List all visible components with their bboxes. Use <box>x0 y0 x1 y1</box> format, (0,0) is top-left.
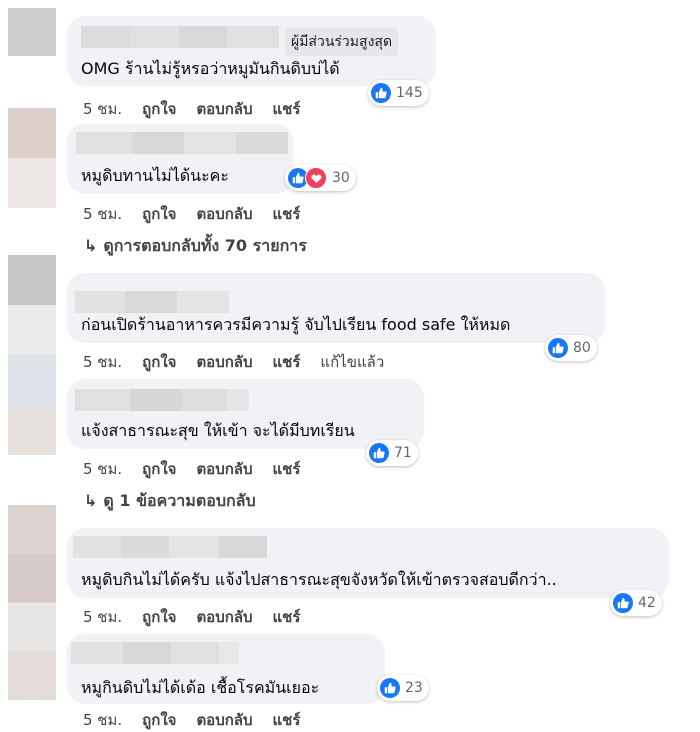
reply-button[interactable]: ตอบกลับ <box>196 711 252 729</box>
comment-text: แจ้งสาธารณะสุข ให้เข้า จะได้มีบทเรียน <box>81 421 355 440</box>
comment-time[interactable]: 5 ชม. <box>83 608 122 626</box>
share-button[interactable]: แชร์ <box>273 460 301 478</box>
thumbs-up-icon <box>380 678 400 698</box>
reply-button[interactable]: ตอบกลับ <box>196 608 252 626</box>
comment-text: หมูกินดิบไม่ได้เด้อ เชื้อโรคมันเยอะ <box>81 678 320 697</box>
share-button[interactable]: แชร์ <box>273 353 301 371</box>
commenter-name[interactable] <box>76 132 288 154</box>
reaction-count[interactable]: 145 <box>368 80 429 106</box>
comment-text: หมูดิบทานไม่ได้นะคะ <box>81 166 229 185</box>
comment-text: หมูดิบกินไม่ได้ครับ แจ้งไปสาธารณะสุขจังห… <box>81 570 557 589</box>
reaction-count[interactable]: 23 <box>377 675 429 701</box>
reply-button[interactable]: ตอบกลับ <box>196 205 252 223</box>
comment-actions: 5 ชม. ถูกใจ ตอบกลับ แชร์ แก้ไขแล้ว <box>83 350 404 374</box>
comment-actions: 5 ชม. ถูกใจ ตอบกลับ แชร์ <box>83 708 320 732</box>
thumbs-up-icon <box>548 338 568 358</box>
comment-bubble: ก่อนเปิดร้านอาหารควรมีความรู้ จับไปเรียน… <box>67 273 605 343</box>
reaction-count[interactable]: 42 <box>610 590 662 616</box>
reaction-count-value: 23 <box>405 680 423 696</box>
comment-actions: 5 ชม. ถูกใจ ตอบกลับ แชร์ <box>83 97 320 121</box>
avatar[interactable] <box>8 255 56 455</box>
comment-time[interactable]: 5 ชม. <box>83 205 122 223</box>
thumbs-up-icon <box>371 83 391 103</box>
reaction-count-value: 71 <box>394 445 412 461</box>
commenter-name[interactable] <box>71 642 239 664</box>
comment-time[interactable]: 5 ชม. <box>83 100 122 118</box>
comment-time[interactable]: 5 ชม. <box>83 711 122 729</box>
comment-bubble: หมูกินดิบไม่ได้เด้อ เชื้อโรคมันเยอะ <box>67 634 385 704</box>
thumbs-up-icon <box>613 593 633 613</box>
view-replies-link[interactable]: ↳ ดูการตอบกลับทั้ง 70 รายการ <box>84 234 307 259</box>
commenter-name[interactable] <box>81 26 279 48</box>
thumbs-up-icon <box>369 443 389 463</box>
share-button[interactable]: แชร์ <box>273 100 301 118</box>
avatar[interactable] <box>8 505 56 700</box>
like-button[interactable]: ถูกใจ <box>142 100 176 118</box>
like-button[interactable]: ถูกใจ <box>142 353 176 371</box>
comment-bubble: ผู้มีส่วนร่วมสูงสุด OMG ร้านไม่รู้หรอว่า… <box>67 16 436 86</box>
share-button[interactable]: แชร์ <box>273 205 301 223</box>
like-button[interactable]: ถูกใจ <box>142 460 176 478</box>
view-replies-label: ดูการตอบกลับทั้ง 70 รายการ <box>103 236 307 255</box>
like-button[interactable]: ถูกใจ <box>142 711 176 729</box>
view-replies-label: ดู 1 ข้อความตอบกลับ <box>103 491 256 510</box>
share-button[interactable]: แชร์ <box>273 711 301 729</box>
reaction-count-value: 42 <box>638 595 656 611</box>
reaction-count[interactable]: 30 <box>285 165 356 191</box>
share-button[interactable]: แชร์ <box>273 608 301 626</box>
comment-text: OMG ร้านไม่รู้หรอว่าหมูมันกินดิบบ่ได้ <box>81 59 340 78</box>
avatar[interactable] <box>8 108 56 208</box>
reaction-count-value: 30 <box>332 170 350 186</box>
commenter-name[interactable] <box>75 291 229 313</box>
view-replies-link[interactable]: ↳ ดู 1 ข้อความตอบกลับ <box>84 489 256 514</box>
like-button[interactable]: ถูกใจ <box>142 205 176 223</box>
comment-bubble: หมูดิบกินไม่ได้ครับ แจ้งไปสาธารณะสุขจังห… <box>67 528 669 598</box>
comment-time[interactable]: 5 ชม. <box>83 353 122 371</box>
heart-icon <box>305 167 327 189</box>
comment-bubble: แจ้งสาธารณะสุข ให้เข้า จะได้มีบทเรียน <box>67 379 424 449</box>
comment-text: ก่อนเปิดร้านอาหารควรมีความรู้ จับไปเรียน… <box>81 315 511 334</box>
commenter-name[interactable] <box>75 389 249 411</box>
reply-button[interactable]: ตอบกลับ <box>196 100 252 118</box>
reply-button[interactable]: ตอบกลับ <box>196 460 252 478</box>
edited-label: แก้ไขแล้ว <box>320 353 385 371</box>
comment-actions: 5 ชม. ถูกใจ ตอบกลับ แชร์ <box>83 457 320 481</box>
reply-arrow-icon: ↳ <box>84 491 98 510</box>
reaction-count-value: 145 <box>396 85 423 101</box>
reply-arrow-icon: ↳ <box>84 236 98 255</box>
top-contributor-badge: ผู้มีส่วนร่วมสูงสุด <box>285 28 399 56</box>
commenter-name[interactable] <box>73 536 267 558</box>
comment-bubble: หมูดิบทานไม่ได้นะคะ <box>67 124 293 194</box>
reaction-count[interactable]: 71 <box>366 440 418 466</box>
reaction-count[interactable]: 80 <box>545 335 597 361</box>
comment-actions: 5 ชม. ถูกใจ ตอบกลับ แชร์ <box>83 605 320 629</box>
reaction-count-value: 80 <box>573 340 591 356</box>
comment-time[interactable]: 5 ชม. <box>83 460 122 478</box>
reply-button[interactable]: ตอบกลับ <box>196 353 252 371</box>
avatar[interactable] <box>8 8 56 56</box>
like-button[interactable]: ถูกใจ <box>142 608 176 626</box>
comment-actions: 5 ชม. ถูกใจ ตอบกลับ แชร์ <box>83 202 320 226</box>
